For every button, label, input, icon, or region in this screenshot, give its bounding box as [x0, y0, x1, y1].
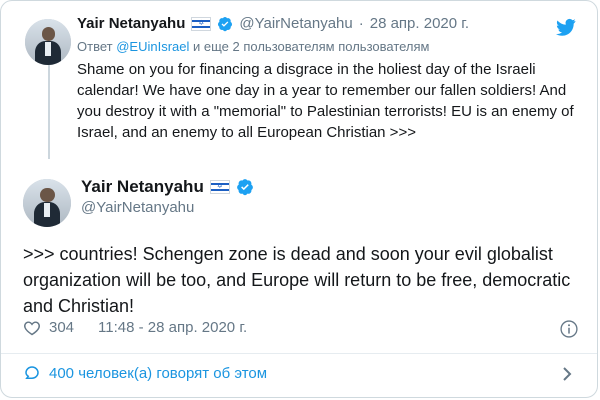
parent-author-name[interactable]: Yair Netanyahu: [77, 15, 185, 32]
israel-flag-icon: ✡: [209, 180, 230, 194]
chevron-right-icon[interactable]: [561, 366, 573, 382]
heart-icon[interactable]: [23, 320, 41, 336]
main-header: Yair Netanyahu ✡: [81, 177, 254, 197]
conversation-link[interactable]: 400 человек(а) говорят об этом: [23, 364, 267, 382]
reply-to-line: Ответ @EUinIsrael и еще 2 пользователям …: [77, 39, 430, 54]
parent-tweet-text: Shame on you for financing a disgrace in…: [77, 61, 574, 141]
verified-badge-icon: [218, 16, 233, 31]
reply-to-suffix[interactable]: и еще 2 пользователям пользователям: [193, 39, 429, 54]
separator-dot: ·: [358, 15, 364, 32]
reply-to-prefix: Ответ: [77, 39, 113, 54]
thread-connector: [48, 51, 50, 159]
info-icon[interactable]: [559, 319, 579, 339]
like-count[interactable]: 304: [49, 319, 74, 336]
parent-date[interactable]: 28 апр. 2020 г.: [370, 15, 469, 32]
tweet-timestamp[interactable]: 11:48 - 28 апр. 2020 г.: [98, 319, 247, 336]
main-author-handle[interactable]: @YairNetanyahu: [81, 199, 194, 216]
parent-tweet[interactable]: Yair Netanyahu ✡ @YairNetanyahu · 28 апр…: [1, 1, 597, 161]
israel-flag-icon: ✡: [191, 16, 212, 31]
footer-divider: [1, 353, 597, 354]
main-tweet-text: >>> countries! Schengen zone is dead and…: [23, 244, 571, 316]
parent-avatar[interactable]: [25, 19, 71, 65]
reply-to-mention-link[interactable]: @EUinIsrael: [116, 39, 189, 54]
verified-badge-icon: [236, 179, 253, 196]
conversation-count-label[interactable]: 400 человек(а) говорят об этом: [49, 365, 267, 382]
speech-bubble-icon: [25, 366, 39, 379]
main-author-name[interactable]: Yair Netanyahu: [81, 177, 204, 197]
parent-author-handle[interactable]: @YairNetanyahu: [239, 15, 352, 32]
tweet-meta-row: 304 11:48 - 28 апр. 2020 г.: [23, 319, 247, 336]
parent-header: Yair Netanyahu ✡ @YairNetanyahu · 28 апр…: [77, 15, 469, 32]
twitter-bird-icon[interactable]: [555, 17, 577, 37]
main-avatar[interactable]: [23, 179, 71, 227]
tweet-embed-card: Yair Netanyahu ✡ @YairNetanyahu · 28 апр…: [0, 0, 598, 398]
